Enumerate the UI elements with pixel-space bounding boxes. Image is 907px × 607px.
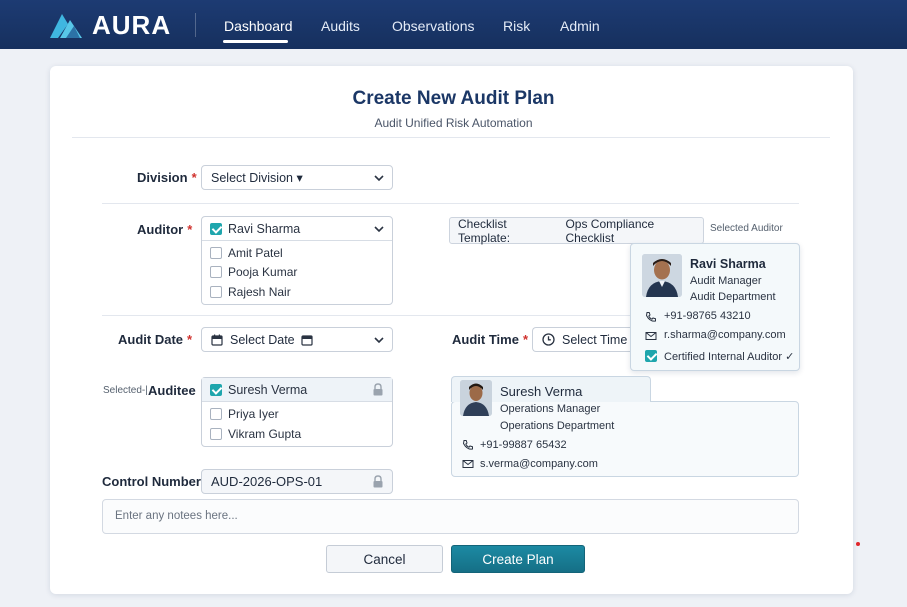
nav-active-underline <box>223 40 288 43</box>
aura-logo-icon <box>50 14 82 38</box>
auditor-card-certification: Certified Internal Auditor ✓ <box>664 351 795 363</box>
nav-divider <box>195 13 196 37</box>
calendar-icon <box>211 334 223 346</box>
division-select-value: Select Division ▾ <box>211 171 303 185</box>
division-select[interactable]: Select Division ▾ <box>201 165 393 190</box>
checkbox-icon[interactable] <box>210 428 222 440</box>
top-nav-bar: AURA Dashboard Audits Observations Risk … <box>0 0 907 49</box>
checklist-template-value: Ops Compliance Checklist <box>565 216 655 245</box>
checkbox-icon[interactable] <box>210 408 222 420</box>
create-plan-button[interactable]: Create Plan <box>451 545 585 573</box>
status-dot <box>856 542 860 546</box>
control-number-value: AUD-2026-OPS-01 <box>211 474 323 489</box>
auditor-multiselect[interactable]: Ravi Sharma Amit Patel Pooja Kumar Rajes… <box>201 216 393 305</box>
auditee-selected-prefix: Selected-| <box>103 385 148 396</box>
auditor-option[interactable]: Pooja Kumar <box>228 265 297 279</box>
checkbox-icon[interactable] <box>210 384 222 396</box>
control-number-field: AUD-2026-OPS-01 <box>201 469 393 494</box>
auditee-multiselect[interactable]: Suresh Verma Priya Iyer Vikram Gupta <box>201 377 393 447</box>
auditor-label: Auditor * <box>137 222 193 237</box>
chevron-down-icon <box>374 337 384 344</box>
auditor-card-department: Audit Department <box>690 291 776 303</box>
auditee-card-email: s.verma@company.com <box>480 458 598 470</box>
auditee-card-phone: +91-99887 65432 <box>480 439 567 451</box>
checkbox-icon[interactable] <box>210 266 222 278</box>
title-divider <box>72 137 830 138</box>
auditee-select-head[interactable]: Suresh Verma <box>202 378 392 402</box>
auditor-card-phone: +91-98765 43210 <box>664 310 751 322</box>
auditor-option[interactable]: Amit Patel <box>228 246 283 260</box>
cancel-button[interactable]: Cancel <box>326 545 443 573</box>
calendar-icon <box>301 334 313 346</box>
brand-logo[interactable]: AURA <box>48 10 171 40</box>
checkbox-icon[interactable] <box>210 286 222 298</box>
audit-date-picker[interactable]: Select Date <box>201 327 393 352</box>
auditor-avatar <box>642 254 682 297</box>
page-subtitle: Audit Unified Risk Automation <box>374 116 533 130</box>
control-number-label: Control Number <box>102 474 201 489</box>
auditor-card-name: Ravi Sharma <box>690 257 766 271</box>
mail-icon <box>645 332 657 340</box>
phone-icon <box>645 312 656 322</box>
checklist-template-label: Checklist Template: <box>458 216 511 245</box>
nav-admin[interactable]: Admin <box>560 18 600 34</box>
nav-risk[interactable]: Risk <box>503 18 530 34</box>
audit-time-picker[interactable]: Select Time ( <box>532 327 642 352</box>
auditee-avatar <box>460 380 492 416</box>
lock-icon <box>373 475 383 488</box>
audit-date-label: Audit Date * <box>118 332 193 347</box>
auditee-option[interactable]: Vikram Gupta <box>228 427 301 441</box>
nav-observations[interactable]: Observations <box>392 18 474 34</box>
auditee-selected-option: Suresh Verma <box>228 383 308 397</box>
row-divider <box>102 203 799 204</box>
auditee-card-department: Operations Department <box>500 420 615 432</box>
division-label: Division * <box>137 170 197 185</box>
selected-auditor-card: Ravi Sharma Audit Manager Audit Departme… <box>630 243 800 371</box>
auditor-card-role: Audit Manager <box>690 275 762 287</box>
mail-icon <box>462 460 474 468</box>
auditee-label: Auditee <box>148 383 196 398</box>
clock-icon <box>542 333 555 346</box>
checkbox-icon[interactable] <box>210 223 222 235</box>
checklist-template-field[interactable]: Checklist Template: Ops Compliance Check… <box>449 216 704 245</box>
selected-auditor-label: Selected Auditor <box>710 223 783 234</box>
nav-dashboard[interactable]: Dashboard <box>224 18 293 34</box>
notes-textarea[interactable]: Enter any notees here... <box>102 499 799 534</box>
auditor-card-email: r.sharma@company.com <box>664 329 786 341</box>
checkbox-icon[interactable] <box>210 247 222 259</box>
auditor-select-head[interactable]: Ravi Sharma <box>202 217 392 241</box>
chevron-down-icon <box>374 226 384 233</box>
auditee-card-name: Suresh Verma <box>500 384 583 399</box>
audit-time-label: Audit Time * <box>452 332 528 347</box>
phone-icon <box>462 440 473 450</box>
page-title: Create New Audit Plan <box>352 88 555 109</box>
auditor-option[interactable]: Rajesh Nair <box>228 285 291 299</box>
auditor-selected-option: Ravi Sharma <box>228 222 301 236</box>
lock-icon <box>373 383 383 396</box>
audit-time-value: Select Time ( <box>562 332 635 347</box>
notes-placeholder: Enter any notees here... <box>115 510 238 522</box>
auditee-option[interactable]: Priya Iyer <box>228 407 279 421</box>
brand-name: AURA <box>92 9 172 40</box>
auditee-card-role: Operations Manager <box>500 403 601 415</box>
checkbox-icon <box>645 350 657 362</box>
audit-date-value: Select Date <box>230 332 295 347</box>
chevron-down-icon <box>374 175 384 182</box>
nav-audits[interactable]: Audits <box>321 18 360 34</box>
